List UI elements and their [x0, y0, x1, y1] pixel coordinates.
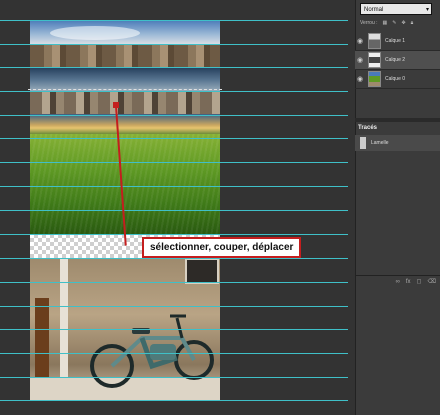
strip-wall [30, 44, 220, 68]
guide-line[interactable] [0, 138, 348, 139]
annotation-label: sélectionner, couper, déplacer [142, 237, 302, 258]
layer-list: ◉ Calque 1 ◉ Calque 2 ◉ Calque 0 [355, 32, 440, 89]
layer-thumbnail [368, 71, 381, 87]
window [185, 258, 219, 284]
lock-label: Verrou : [360, 20, 378, 26]
lock-paint-icon[interactable]: ✎ [392, 20, 396, 26]
layer-row[interactable]: ◉ Calque 0 [355, 70, 440, 89]
blend-mode-value: Normal [364, 7, 384, 13]
new-layer-icon[interactable]: ◻ [417, 278, 422, 285]
strip-sky [30, 20, 220, 44]
layer-row[interactable]: ◉ Calque 2 [355, 51, 440, 70]
layer-name: Calque 2 [385, 57, 406, 63]
strip-grass-field [30, 134, 220, 234]
layer-name: Calque 0 [385, 76, 406, 82]
guide-line[interactable] [0, 44, 348, 45]
path-item[interactable]: Lamelle [355, 135, 440, 151]
layer-thumbnail [368, 52, 381, 68]
guide-line[interactable] [0, 234, 348, 235]
path-name: Lamelle [371, 140, 389, 146]
guide-line[interactable] [0, 210, 348, 211]
tab-paths[interactable]: Tracés [358, 123, 388, 133]
document-canvas[interactable]: sélectionner, couper, déplacer [0, 0, 355, 415]
trash-icon[interactable]: ⌫ [428, 278, 436, 285]
lock-transparency-icon[interactable]: ▦ [383, 20, 388, 26]
link-icon[interactable]: ∞ [396, 279, 400, 285]
guide-line[interactable] [0, 282, 348, 283]
layers-footer: ∞ fx ◻ ⌫ [355, 275, 440, 287]
eye-icon[interactable]: ◉ [355, 75, 365, 83]
guide-line[interactable] [0, 115, 348, 116]
lock-move-icon[interactable]: ✥ [401, 20, 405, 26]
moped-illustration [90, 314, 214, 388]
guide-line[interactable] [0, 91, 348, 92]
path-thumbnail [360, 137, 366, 149]
lock-row: Verrou : ▦ ✎ ✥ 🔒︎ [360, 18, 438, 28]
panel-divider [355, 118, 440, 122]
blend-mode-select[interactable]: Normal ▾ [360, 3, 432, 15]
guide-line[interactable] [0, 306, 348, 307]
layer-thumbnail [368, 33, 381, 49]
guide-line[interactable] [0, 377, 348, 378]
guide-line[interactable] [0, 67, 348, 68]
strip-wall [30, 92, 220, 114]
fx-icon[interactable]: fx [406, 279, 411, 285]
selection-marquee [28, 89, 222, 91]
guide-line[interactable] [0, 353, 348, 354]
layer-row[interactable]: ◉ Calque 1 [355, 32, 440, 51]
guide-line[interactable] [0, 20, 348, 21]
guide-line[interactable] [0, 162, 348, 163]
chevron-down-icon: ▾ [425, 7, 429, 13]
guide-line[interactable] [0, 400, 348, 401]
strip-horizon [30, 114, 220, 134]
pipe [60, 258, 68, 388]
guide-line[interactable] [0, 329, 348, 330]
eye-icon[interactable]: ◉ [355, 56, 365, 64]
guide-line[interactable] [0, 258, 348, 259]
layer-name: Calque 1 [385, 38, 406, 44]
eye-icon[interactable]: ◉ [355, 37, 365, 45]
lock-all-icon[interactable]: 🔒︎ [411, 20, 414, 26]
guide-line[interactable] [0, 186, 348, 187]
